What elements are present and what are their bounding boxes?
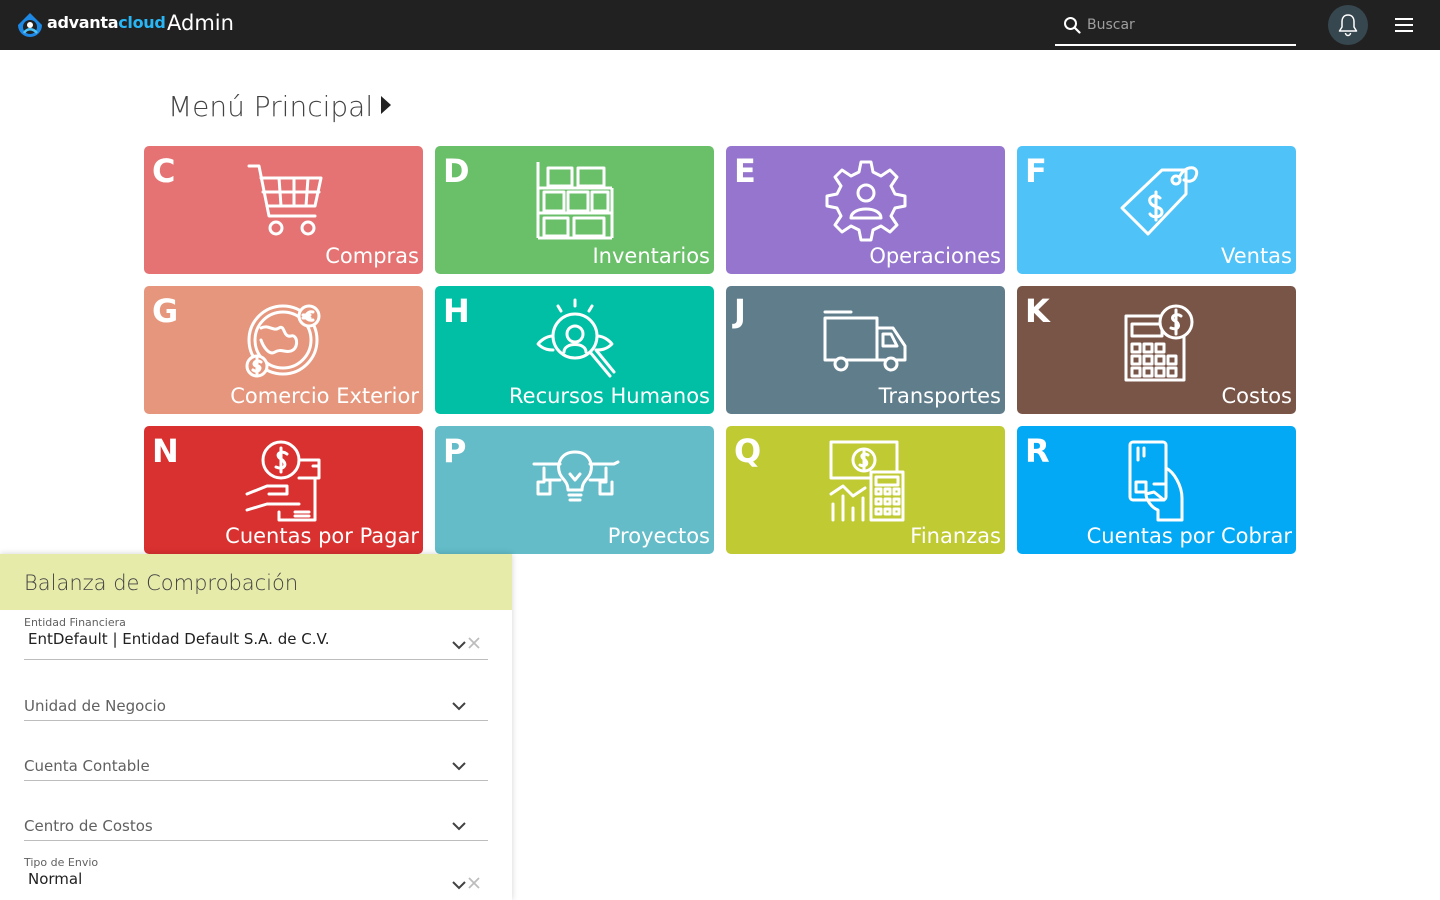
finance-calculator-icon (829, 440, 905, 522)
tile-label: Proyectos (607, 524, 710, 548)
tile-label: Cuentas por Pagar (225, 524, 419, 548)
price-tag-icon (1120, 166, 1199, 236)
gear-person-icon (825, 160, 907, 242)
tile-compras[interactable]: C Compras (144, 146, 423, 274)
tile-letter: R (1025, 432, 1050, 470)
field-value: EntDefault | Entidad Default S.A. de C.V… (28, 630, 330, 648)
tile-transportes[interactable]: J Transportes (726, 286, 1005, 414)
tile-letter: Q (734, 432, 762, 470)
field-placeholder: Cuenta Contable (24, 757, 150, 775)
field-label: Tipo de Envio (24, 856, 99, 869)
tile-cuentas-por-cobrar[interactable]: R Cuentas por Cobrar (1017, 426, 1296, 554)
tile-operaciones[interactable]: E Operaciones (726, 146, 1005, 274)
tile-label: Recursos Humanos (509, 384, 710, 408)
tile-label: Compras (325, 244, 419, 268)
lightbulb-project-icon (532, 450, 620, 502)
balanza-panel: Balanza de Comprobación Entidad Financie… (0, 554, 512, 900)
tile-comercio-exterior[interactable]: G Comercio Exterior (144, 286, 423, 414)
chevron-down-icon[interactable] (452, 640, 466, 650)
tile-label: Inventarios (592, 244, 710, 268)
chevron-down-icon[interactable] (452, 701, 466, 711)
globe-currency-icon (245, 304, 321, 378)
cuenta-contable-select[interactable]: Cuenta Contable (24, 737, 488, 781)
tile-costos[interactable]: K Costos (1017, 286, 1296, 414)
shopping-cart-icon (247, 164, 323, 236)
tile-label: Cuentas por Cobrar (1086, 524, 1292, 548)
entidad-financiera-select[interactable]: Entidad Financiera EntDefault | Entidad … (24, 616, 488, 660)
search-box[interactable] (1055, 6, 1296, 46)
tile-finanzas[interactable]: Q Finanzas (726, 426, 1005, 554)
field-placeholder: Unidad de Negocio (24, 697, 166, 715)
logo-text[interactable]: advantacloud (47, 13, 166, 32)
tile-label: Ventas (1220, 244, 1292, 268)
tile-label: Finanzas (910, 524, 1001, 548)
warehouse-shelves-icon (536, 162, 614, 240)
tile-proyectos[interactable]: P Proyectos (435, 426, 714, 554)
clear-icon[interactable] (467, 876, 481, 890)
tile-letter: C (152, 152, 176, 190)
caret-right-icon[interactable] (381, 96, 392, 114)
tile-ventas[interactable]: F Ventas (1017, 146, 1296, 274)
advantacloud-logo-icon[interactable] (15, 11, 45, 41)
centro-costos-select[interactable]: Centro de Costos (24, 797, 488, 841)
notifications-button[interactable] (1328, 5, 1368, 45)
app-title: Admin (167, 11, 234, 35)
calculator-dollar-icon (1124, 304, 1194, 382)
hand-card-icon (1128, 440, 1184, 522)
chevron-down-icon[interactable] (452, 821, 466, 831)
module-tiles-grid: C Compras D Inventarios E Operaciones F … (144, 146, 1296, 554)
unidad-negocio-select[interactable]: Unidad de Negocio (24, 677, 488, 721)
tipo-envio-select[interactable]: Tipo de Envio Normal (24, 856, 488, 900)
chevron-down-icon[interactable] (452, 880, 466, 890)
tile-label: Operaciones (869, 244, 1001, 268)
chevron-down-icon[interactable] (452, 761, 466, 771)
tile-inventarios[interactable]: D Inventarios (435, 146, 714, 274)
page-title: Menú Principal (168, 90, 392, 123)
tile-letter: D (443, 152, 470, 190)
hand-coin-icon (245, 440, 321, 522)
truck-icon (823, 310, 907, 372)
tile-letter: J (734, 292, 746, 330)
tile-recursos-humanos[interactable]: H Recursos Humanos (435, 286, 714, 414)
tile-label: Comercio Exterior (230, 384, 419, 408)
panel-title: Balanza de Comprobación (24, 571, 299, 595)
tile-letter: K (1025, 292, 1050, 330)
page-title-text: Menú Principal (168, 90, 374, 123)
field-placeholder: Centro de Costos (24, 817, 153, 835)
panel-header: Balanza de Comprobación (0, 554, 512, 610)
tile-letter: N (152, 432, 179, 470)
magnifier-person-icon (536, 298, 616, 378)
field-value: Normal (28, 870, 83, 888)
tile-cuentas-por-pagar[interactable]: N Cuentas por Pagar (144, 426, 423, 554)
tile-letter: H (443, 292, 470, 330)
tile-label: Costos (1221, 384, 1292, 408)
search-input[interactable] (1087, 12, 1287, 38)
clear-icon[interactable] (467, 636, 481, 650)
tile-letter: F (1025, 152, 1047, 190)
tile-label: Transportes (878, 384, 1001, 408)
bell-icon (1338, 14, 1358, 37)
hamburger-menu-icon[interactable] (1393, 15, 1415, 35)
tile-letter: E (734, 152, 756, 190)
tile-letter: P (443, 432, 467, 470)
top-navbar: advantacloud Admin (0, 0, 1440, 50)
tile-letter: G (152, 292, 179, 330)
search-icon (1064, 17, 1081, 34)
field-label: Entidad Financiera (24, 616, 126, 629)
